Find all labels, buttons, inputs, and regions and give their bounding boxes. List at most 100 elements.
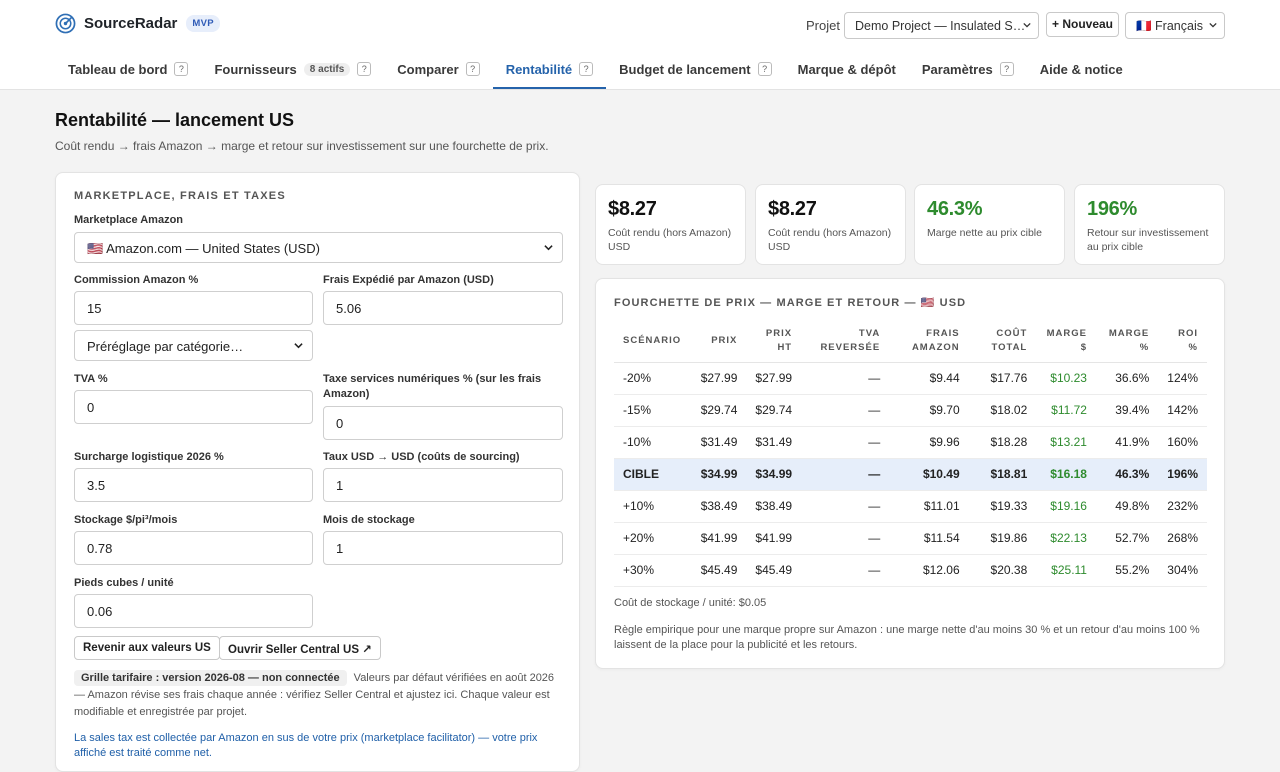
price-range-card: FOURCHETTE DE PRIX — MARGE ET RETOUR — 🇺… [595, 278, 1225, 669]
brand[interactable]: SourceRadar MVP [55, 13, 220, 34]
project-select-value: Demo Project — Insulated S… [855, 19, 1026, 33]
help-icon[interactable]: ? [174, 62, 189, 76]
table-cell: — [801, 426, 890, 459]
tab-compare[interactable]: Comparer ? [384, 50, 492, 88]
table-cell: $11.01 [889, 490, 969, 523]
table-cell: -10% [614, 426, 692, 459]
help-icon[interactable]: ? [579, 62, 594, 76]
active-count-badge: 8 actifs [303, 62, 351, 76]
page-title: Rentabilité — lancement US [55, 110, 295, 130]
tab-launch-budget[interactable]: Budget de lancement ? [606, 50, 784, 88]
table-cell: $12.06 [889, 554, 969, 587]
table-cell: 124% [1158, 362, 1207, 395]
category-preset-select[interactable]: Préréglage par catégorie… [74, 330, 313, 361]
storage-months-input[interactable]: 1 [323, 531, 563, 565]
tab-help[interactable]: Aide & notice [1027, 50, 1136, 88]
sales-tax-note: La sales tax est collectée par Amazon en… [74, 732, 538, 759]
help-icon[interactable]: ? [465, 62, 480, 76]
commission-input[interactable]: 15 [74, 291, 313, 325]
table-cell: — [801, 522, 890, 555]
table-cell: $31.49 [746, 426, 802, 459]
marketplace-select-value: 🇺🇸 Amazon.com — United States (USD) [87, 241, 320, 256]
tab-label: Aide & notice [1039, 61, 1123, 77]
table-cell: 52.7% [1095, 522, 1159, 555]
vat-label: TVA % [74, 373, 108, 385]
project-select[interactable]: Demo Project — Insulated S… [844, 12, 1039, 39]
table-cell: 160% [1158, 426, 1207, 459]
language-select[interactable]: 🇫🇷 Français [1125, 12, 1225, 39]
table-cell: 304% [1158, 554, 1207, 587]
tab-settings[interactable]: Paramètres ? [909, 50, 1027, 88]
table-cell: $18.81 [968, 458, 1037, 491]
table-cell: $19.33 [968, 490, 1037, 523]
table-cell: 55.2% [1095, 554, 1159, 587]
open-seller-central-button[interactable]: Ouvrir Seller Central US ↗ [219, 636, 381, 660]
category-preset-value: Préréglage par catégorie… [87, 339, 244, 354]
tab-label: Tableau de bord [68, 61, 168, 77]
table-cell: $11.72 [1036, 394, 1096, 427]
storage-rate-label: Stockage $/pi³/mois [74, 514, 178, 526]
table-cell: — [801, 458, 890, 491]
storage-cost-note: Coût de stockage / unité: $0.05 [614, 597, 767, 609]
vat-input[interactable]: 0 [74, 390, 313, 424]
chevron-down-icon [1023, 22, 1031, 28]
tab-label: Fournisseurs [214, 61, 297, 77]
stat-value: $8.27 [768, 198, 817, 220]
help-icon[interactable]: ? [999, 62, 1014, 76]
table-cell: $45.49 [746, 554, 802, 587]
commission-label: Commission Amazon % [74, 274, 199, 286]
digital-tax-input[interactable]: 0 [323, 406, 563, 440]
surcharge-label: Surcharge logistique 2026 % [74, 451, 224, 463]
rule-of-thumb-note: Règle empirique pour une marque propre s… [614, 624, 1200, 651]
col-price: PRIX [691, 321, 747, 363]
table-cell: $45.49 [691, 554, 747, 587]
table-cell: $27.99 [746, 362, 802, 395]
tab-suppliers[interactable]: Fournisseurs 8 actifs ? [201, 50, 384, 88]
table-cell: $34.99 [746, 458, 802, 491]
table-cell: $18.02 [968, 394, 1037, 427]
col-amazon-fees: FRAIS AMAZON [889, 321, 969, 363]
fx-rate-input[interactable]: 1 [323, 468, 563, 502]
chevron-down-icon [544, 245, 553, 251]
table-cell: $11.54 [889, 522, 969, 555]
storage-rate-input[interactable]: 0.78 [74, 531, 313, 565]
surcharge-input[interactable]: 3.5 [74, 468, 313, 502]
chevron-down-icon [294, 343, 303, 349]
table-cell: -20% [614, 362, 692, 395]
table-cell: $29.74 [691, 394, 747, 427]
stat-card-roi: 196% Retour sur investissement au prix c… [1074, 184, 1225, 265]
tab-dashboard[interactable]: Tableau de bord ? [55, 50, 201, 88]
table-cell: +30% [614, 554, 692, 587]
marketplace-select[interactable]: 🇺🇸 Amazon.com — United States (USD) [74, 232, 563, 263]
table-cell: — [801, 394, 890, 427]
chevron-down-icon [1209, 22, 1217, 28]
tab-profitability[interactable]: Rentabilité ? [492, 50, 607, 89]
tab-brand-filing[interactable]: Marque & dépôt [785, 50, 909, 88]
table-cell: — [801, 362, 890, 395]
stat-card-landed-cost: $8.27 Coût rendu (hors Amazon) USD [595, 184, 746, 265]
reset-us-defaults-button[interactable]: Revenir aux valeurs US [74, 636, 220, 660]
table-cell: 36.6% [1095, 362, 1159, 395]
table-cell: 196% [1158, 458, 1207, 491]
table-cell: CIBLE [614, 458, 692, 491]
table-cell: $41.99 [691, 522, 747, 555]
table-cell: 142% [1158, 394, 1207, 427]
new-project-button[interactable]: + Nouveau [1046, 12, 1119, 37]
stat-value: $8.27 [608, 198, 657, 220]
cubic-feet-input[interactable]: 0.06 [74, 594, 313, 628]
fee-grid-version-badge: Grille tarifaire : version 2026-08 — non… [74, 670, 347, 686]
help-icon[interactable]: ? [357, 62, 372, 76]
table-cell: $9.70 [889, 394, 969, 427]
table-cell: $13.21 [1036, 426, 1096, 459]
page-subtitle: Coût rendu → frais Amazon → marge et ret… [55, 139, 549, 153]
stat-label: Coût rendu (hors Amazon) USD [608, 227, 732, 253]
table-cell: $34.99 [691, 458, 747, 491]
table-cell: $38.49 [746, 490, 802, 523]
price-range-table: SCÉNARIO PRIX PRIX HT TVA REVERSÉE FRAIS… [614, 321, 1207, 587]
help-icon[interactable]: ? [757, 62, 772, 76]
table-row: +10% $38.49 $38.49— $11.01 $19.33 $19.16 49.8%… [614, 490, 1207, 523]
fba-fee-input[interactable]: 5.06 [323, 291, 563, 325]
stat-label: Coût rendu (hors Amazon) USD [768, 227, 892, 253]
top-bar: SourceRadar MVP Projet Demo Project — In… [0, 0, 1280, 90]
col-vat: TVA REVERSÉE [801, 321, 890, 363]
